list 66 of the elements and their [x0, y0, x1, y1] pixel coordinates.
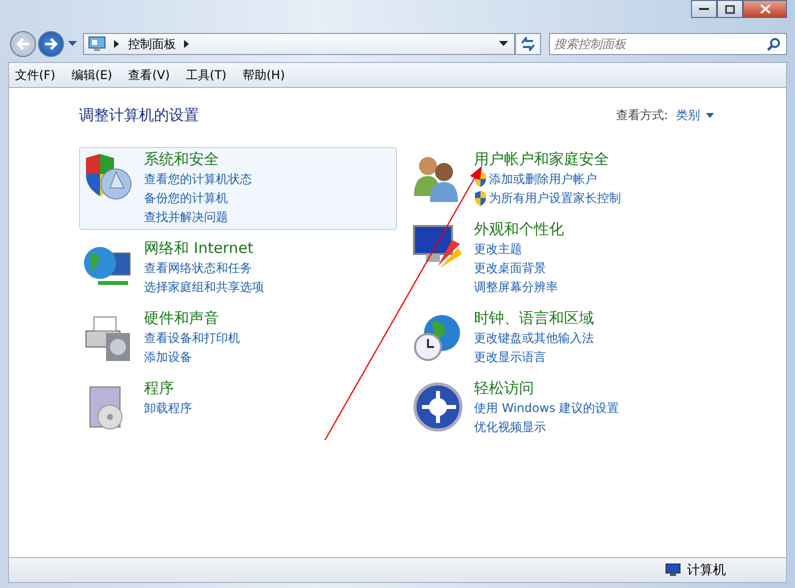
close-icon	[760, 4, 770, 14]
menu-item[interactable]: 文件(F)	[15, 66, 56, 84]
dropdown-caret-icon	[68, 41, 77, 47]
view-by-label: 查看方式:	[616, 107, 668, 124]
breadcrumb-arrow-icon	[184, 40, 190, 48]
task-link[interactable]: 查看网络状态和任务	[144, 260, 252, 277]
category-panel[interactable]: 程序 卸载程序	[79, 376, 397, 437]
menu-item[interactable]: 查看(V)	[128, 66, 170, 84]
task-link[interactable]: 使用 Windows 建议的设置	[474, 400, 620, 417]
task-link[interactable]: 更改主题	[474, 241, 522, 258]
task-link[interactable]: 选择家庭组和共享选项	[144, 279, 264, 296]
task-link[interactable]: 卸载程序	[144, 400, 192, 417]
forward-button[interactable]	[38, 31, 64, 57]
category-panel[interactable]: 硬件和声音 查看设备和打印机 添加设备	[79, 306, 397, 370]
dropdown-caret-icon	[499, 41, 508, 47]
close-button[interactable]	[743, 0, 787, 18]
back-button[interactable]	[10, 31, 36, 57]
task-link[interactable]: 更改显示语言	[474, 349, 546, 366]
task-link[interactable]: 添加或删除用户帐户	[489, 171, 597, 188]
task-link[interactable]: 更改键盘或其他输入法	[474, 330, 594, 347]
category-title[interactable]: 用户帐户和家庭安全	[474, 150, 609, 169]
task-link[interactable]: 查找并解决问题	[144, 209, 228, 226]
task-link[interactable]: 查看您的计算机状态	[144, 171, 252, 188]
task-link[interactable]: 备份您的计算机	[144, 190, 228, 207]
task-link[interactable]: 优化视频显示	[474, 419, 546, 436]
menu-item[interactable]: 编辑(E)	[71, 66, 112, 84]
task-link[interactable]: 为所有用户设置家长控制	[489, 190, 621, 207]
category-title[interactable]: 网络和 Internet	[144, 239, 254, 258]
search-icon	[767, 37, 781, 51]
accessibility-icon	[412, 381, 464, 433]
dropdown-caret-icon	[706, 113, 714, 118]
refresh-button[interactable]	[515, 33, 541, 55]
menu-item[interactable]: 工具(T)	[186, 66, 226, 84]
task-link[interactable]: 更改桌面背景	[474, 260, 546, 277]
category-panel[interactable]: 网络和 Internet 查看网络状态和任务 选择家庭组和共享选项	[79, 236, 397, 300]
search-field[interactable]: 搜索控制面板	[549, 33, 787, 55]
minimize-button[interactable]	[691, 0, 717, 18]
menu-item[interactable]: 帮助(H)	[242, 66, 285, 84]
category-title[interactable]: 程序	[144, 379, 174, 398]
category-panel[interactable]: 时钟、语言和区域 更改键盘或其他输入法 更改显示语言	[409, 306, 727, 370]
breadcrumb-item[interactable]: 控制面板	[128, 36, 176, 52]
category-panel[interactable]: 系统和安全 查看您的计算机状态 备份您的计算机 查找并解决问题	[79, 147, 397, 230]
task-link[interactable]: 查看设备和打印机	[144, 330, 240, 347]
right-arrow-icon	[44, 38, 58, 50]
maximize-icon	[725, 4, 735, 14]
category-title[interactable]: 系统和安全	[144, 150, 219, 169]
category-title[interactable]: 时钟、语言和区域	[474, 309, 594, 328]
left-arrow-icon	[16, 38, 30, 50]
refresh-icon	[520, 37, 536, 51]
category-panel[interactable]: 用户帐户和家庭安全 添加或删除用户帐户 为所有用户设置家长控制	[409, 147, 727, 211]
address-field[interactable]: 控制面板	[83, 33, 515, 55]
computer-icon	[665, 563, 681, 577]
category-title[interactable]: 外观和个性化	[474, 220, 564, 239]
control-panel-icon	[88, 36, 106, 52]
task-link[interactable]: 添加设备	[144, 349, 192, 366]
status-location: 计算机	[687, 562, 726, 579]
page-heading: 调整计算机的设置	[79, 106, 200, 125]
task-link[interactable]: 调整屏幕分辨率	[474, 279, 558, 296]
category-panel[interactable]: 轻松访问 使用 Windows 建议的设置 优化视频显示	[409, 376, 727, 440]
category-title[interactable]: 硬件和声音	[144, 309, 219, 328]
minimize-icon	[699, 7, 709, 11]
breadcrumb-arrow-icon	[114, 40, 120, 48]
view-by-dropdown[interactable]: 类别	[676, 107, 714, 124]
category-title[interactable]: 轻松访问	[474, 379, 534, 398]
category-panel[interactable]: 外观和个性化 更改主题 更改桌面背景 调整屏幕分辨率	[409, 217, 727, 300]
maximize-button[interactable]	[717, 0, 743, 18]
